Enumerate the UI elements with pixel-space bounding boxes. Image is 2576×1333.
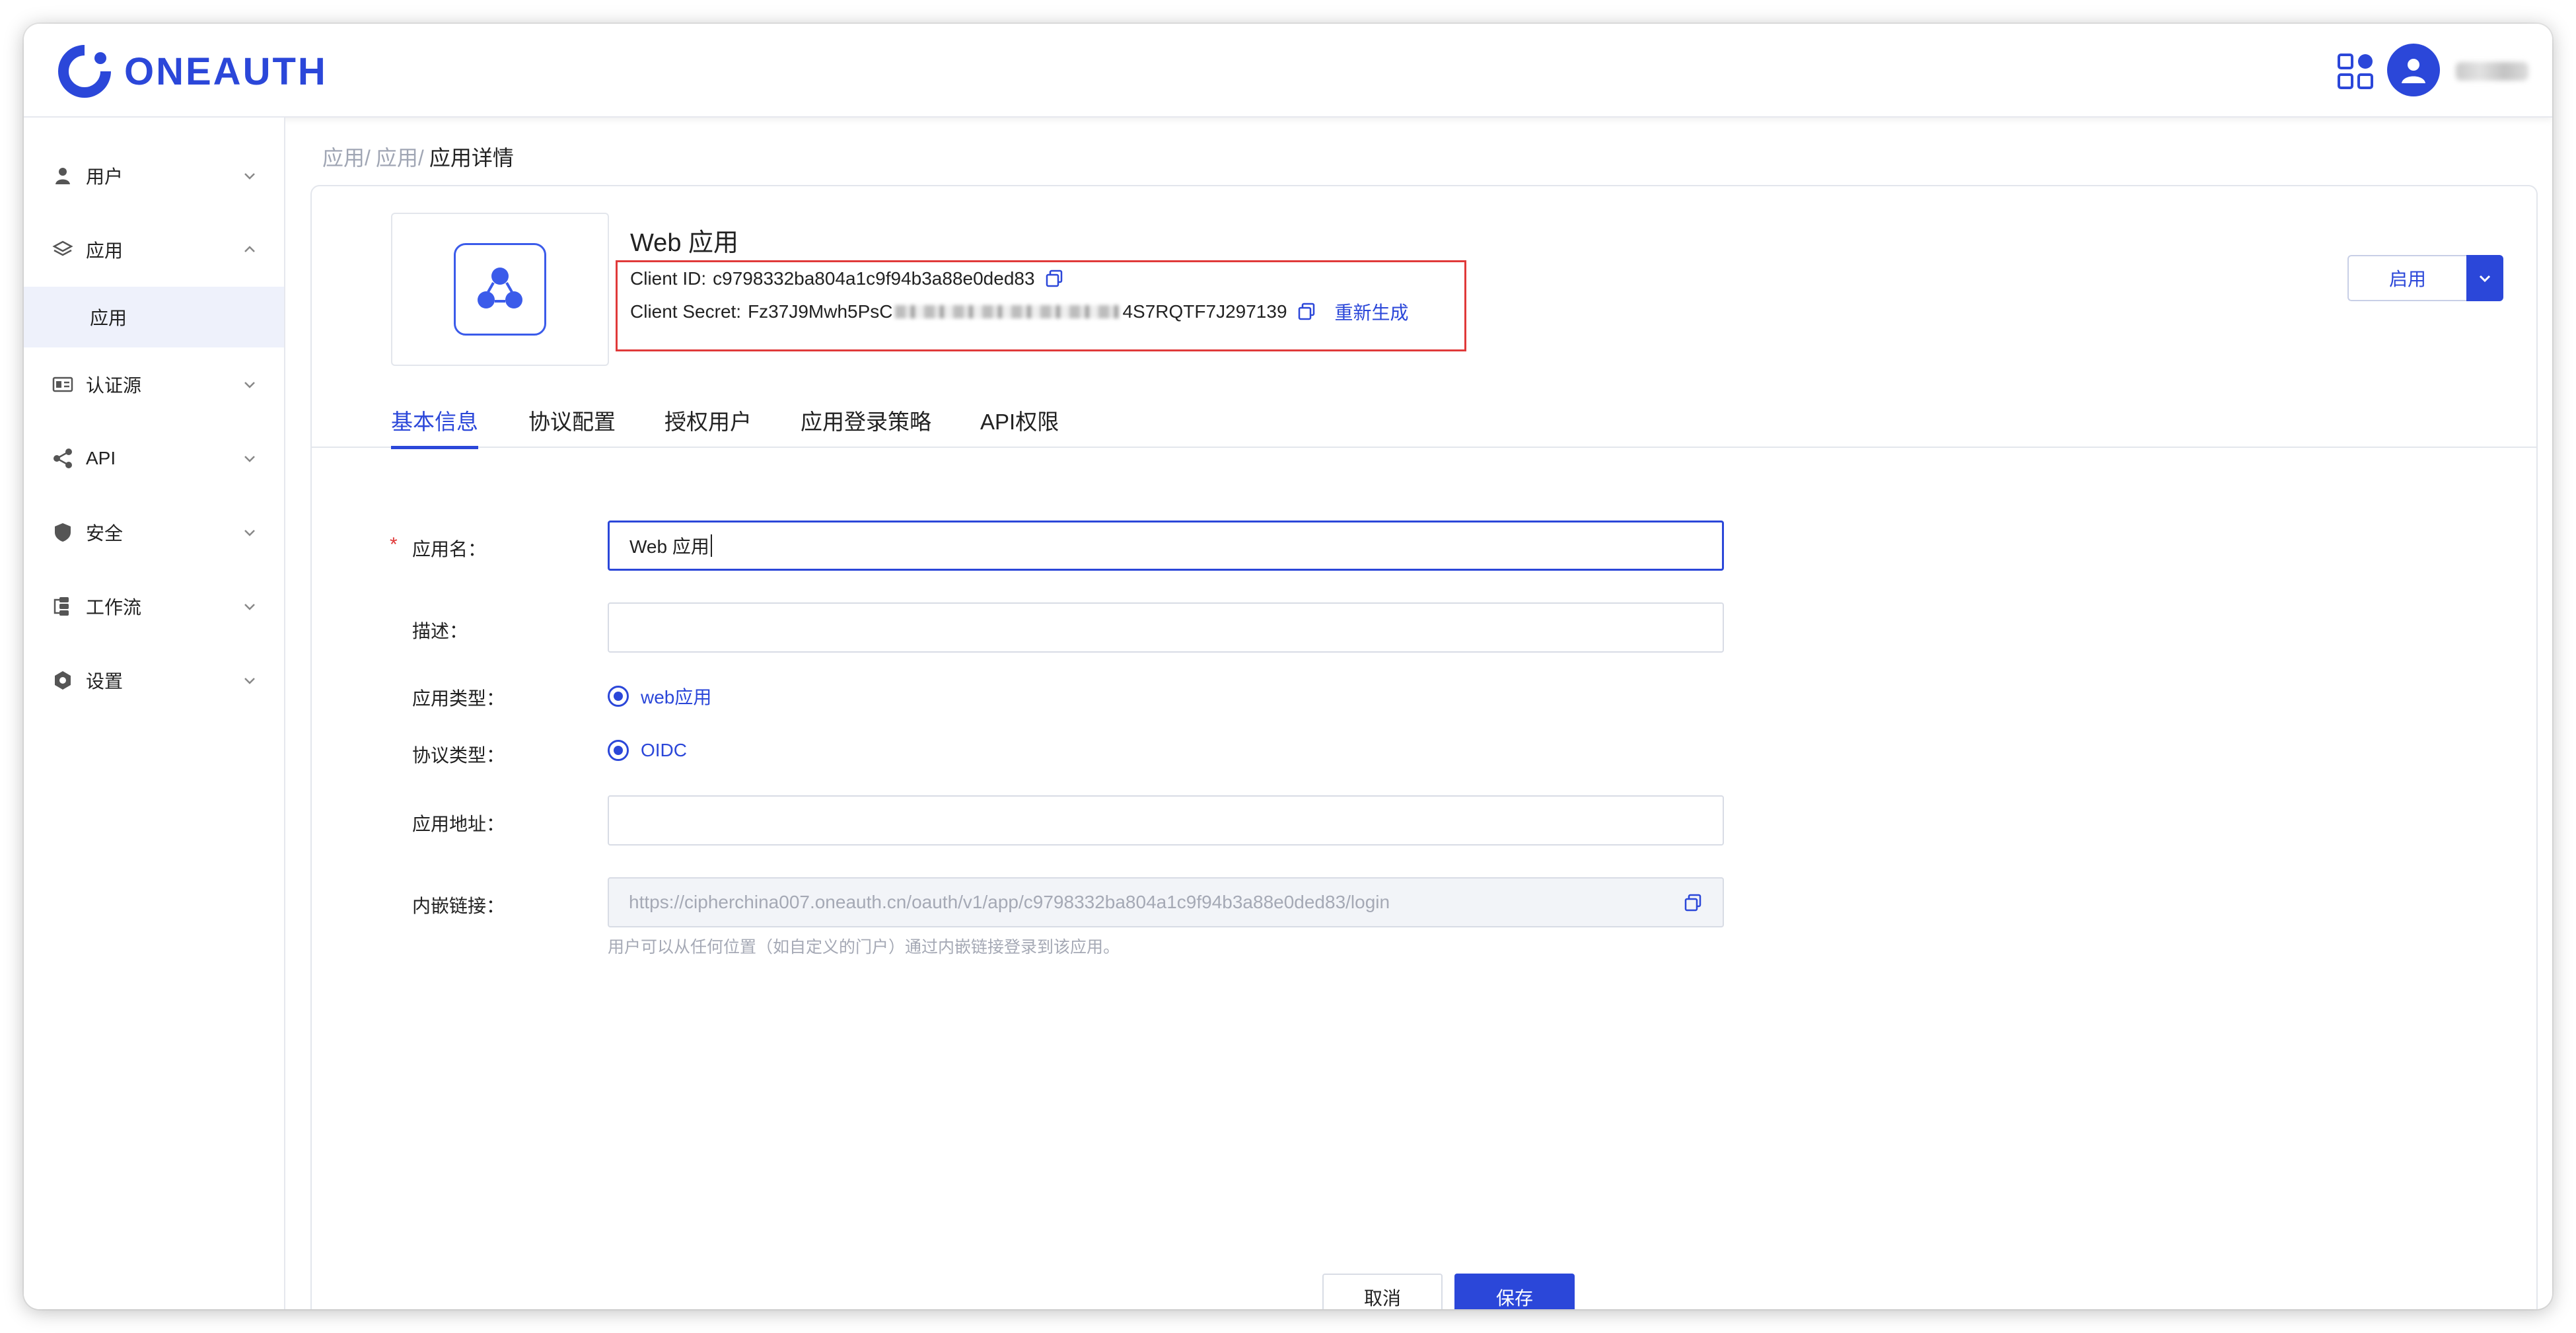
app-type-value: web应用 xyxy=(641,687,712,707)
sidebar-subitem-label: 应用 xyxy=(90,308,127,328)
embed-link-label: 内嵌链接： xyxy=(412,896,505,916)
description-input[interactable] xyxy=(608,602,1724,653)
chevron-down-icon xyxy=(244,173,255,180)
cancel-button[interactable]: 取消 xyxy=(1322,1274,1443,1309)
app-type-label: 应用类型： xyxy=(412,688,505,709)
breadcrumb-item[interactable]: 应用/ xyxy=(322,141,371,172)
client-id-label: Client ID: xyxy=(630,268,707,289)
app-title: Web 应用 xyxy=(630,229,739,257)
app-logo-box[interactable] xyxy=(391,213,609,366)
embed-link-value: https://cipherchina007.oneauth.cn/oauth/… xyxy=(629,892,1390,912)
client-secret-redacted xyxy=(895,305,1120,318)
user-avatar-icon xyxy=(2402,59,2425,83)
shield-icon xyxy=(55,523,71,542)
chevron-up-icon xyxy=(244,246,255,252)
app-name-label: 应用名： xyxy=(412,539,487,559)
top-header: ONEAUTH xyxy=(24,24,2552,118)
save-button[interactable]: 保存 xyxy=(1454,1274,1575,1309)
breadcrumb-current: 应用详情 xyxy=(429,146,514,170)
app-url-input[interactable] xyxy=(608,795,1724,846)
app-detail-card: Web 应用 Client ID: c9798332ba804a1c9f94b3… xyxy=(310,185,2538,1309)
chevron-down-icon xyxy=(244,456,255,462)
brand-name: ONEAUTH xyxy=(124,50,328,93)
app-url-label: 应用地址： xyxy=(412,814,505,834)
sidebar-item-apps[interactable]: 应用 xyxy=(24,213,284,287)
chevron-down-icon xyxy=(244,678,255,684)
client-secret-suffix: 4S7RQTF7J297139 xyxy=(1122,301,1287,322)
sidebar-item-auth-source[interactable]: 认证源 xyxy=(24,347,284,421)
copy-icon[interactable] xyxy=(1683,893,1703,913)
required-mark: * xyxy=(390,534,398,556)
detail-tabs: 基本信息 协议配置 授权用户 应用登录策略 API权限 xyxy=(312,402,2536,449)
app-logo xyxy=(454,243,546,336)
chevron-down-icon xyxy=(244,604,255,610)
radio-selected-icon xyxy=(608,740,629,761)
embed-link-input[interactable]: https://cipherchina007.oneauth.cn/oauth/… xyxy=(608,877,1724,927)
oneauth-logo-icon xyxy=(58,44,112,98)
radio-selected-icon xyxy=(608,686,629,707)
sidebar: 用户 应用 应用 认证源 API 安全 工作流 设置 xyxy=(24,118,285,1309)
embed-link-hint: 用户可以从任何位置（如自定义的门户）通过内嵌链接登录到该应用。 xyxy=(608,938,1120,956)
sidebar-item-label: 认证源 xyxy=(86,375,142,396)
workflow-icon xyxy=(54,597,69,616)
sidebar-item-workflow[interactable]: 工作流 xyxy=(24,569,284,643)
app-name-input[interactable]: Web 应用 xyxy=(608,521,1724,571)
user-avatar[interactable] xyxy=(2387,44,2440,96)
app-name-value: Web 应用 xyxy=(629,536,709,557)
app-window: ONEAUTH 用户 应用 应用 认证源 API 安全 工作流 设置 应用/ 应… xyxy=(24,24,2552,1309)
tab-login-policy[interactable]: 应用登录策略 xyxy=(801,402,931,448)
chevron-down-icon xyxy=(244,382,255,388)
sidebar-item-settings[interactable]: 设置 xyxy=(24,643,284,717)
gear-icon xyxy=(55,671,71,690)
user-icon xyxy=(55,168,70,184)
tab-authorized-users[interactable]: 授权用户 xyxy=(664,402,752,448)
description-label: 描述： xyxy=(412,621,468,641)
client-secret-label: Client Secret: xyxy=(630,301,742,322)
protocol-type-radio[interactable]: OIDC xyxy=(608,740,687,761)
sidebar-item-label: 用户 xyxy=(86,166,124,187)
tab-basic-info[interactable]: 基本信息 xyxy=(391,402,478,449)
breadcrumb-item[interactable]: 应用/ xyxy=(376,141,424,172)
sidebar-item-api[interactable]: API xyxy=(24,421,284,495)
protocol-type-value: OIDC xyxy=(641,740,687,760)
sidebar-item-label: 应用 xyxy=(86,240,124,261)
id-card-icon xyxy=(52,377,73,392)
protocol-type-label: 协议类型： xyxy=(412,745,505,766)
copy-icon[interactable] xyxy=(1297,302,1316,322)
tab-api-permissions[interactable]: API权限 xyxy=(980,402,1059,448)
client-secret-row: Client Secret: Fz37J9Mwh5PsC 4S7RQTF7J29… xyxy=(630,299,1409,325)
copy-icon[interactable] xyxy=(1044,269,1064,289)
enable-button[interactable]: 启用 xyxy=(2347,255,2466,301)
app-cluster-icon xyxy=(478,268,522,308)
tab-protocol-config[interactable]: 协议配置 xyxy=(528,402,616,448)
client-secret-prefix: Fz37J9Mwh5PsC xyxy=(748,301,893,322)
client-id-row: Client ID: c9798332ba804a1c9f94b3a88e0de… xyxy=(630,268,1064,289)
sidebar-item-label: 设置 xyxy=(86,671,124,692)
grid-apps-icon[interactable] xyxy=(2337,53,2374,90)
sidebar-subitem-apps[interactable]: 应用 xyxy=(24,287,284,347)
share-icon xyxy=(54,449,72,468)
chevron-down-icon xyxy=(244,530,255,536)
status-split-button: 启用 xyxy=(2347,255,2503,301)
logo[interactable]: ONEAUTH xyxy=(57,44,328,99)
breadcrumb: 应用/ 应用/ 应用详情 xyxy=(322,141,514,172)
sidebar-item-users[interactable]: 用户 xyxy=(24,139,284,213)
status-dropdown-button[interactable] xyxy=(2466,255,2503,301)
chevron-down-icon xyxy=(2479,275,2491,283)
regenerate-link[interactable]: 重新生成 xyxy=(1335,299,1409,325)
client-id-value: c9798332ba804a1c9f94b3a88e0ded83 xyxy=(713,268,1035,289)
sidebar-item-label: 工作流 xyxy=(86,597,142,618)
sidebar-item-label: 安全 xyxy=(86,523,124,544)
sidebar-item-security[interactable]: 安全 xyxy=(24,495,284,569)
app-type-radio[interactable]: web应用 xyxy=(608,683,711,709)
layers-icon xyxy=(52,240,73,256)
text-caret xyxy=(710,534,712,557)
sidebar-item-label: API xyxy=(86,448,116,468)
username-redacted xyxy=(2456,62,2528,81)
